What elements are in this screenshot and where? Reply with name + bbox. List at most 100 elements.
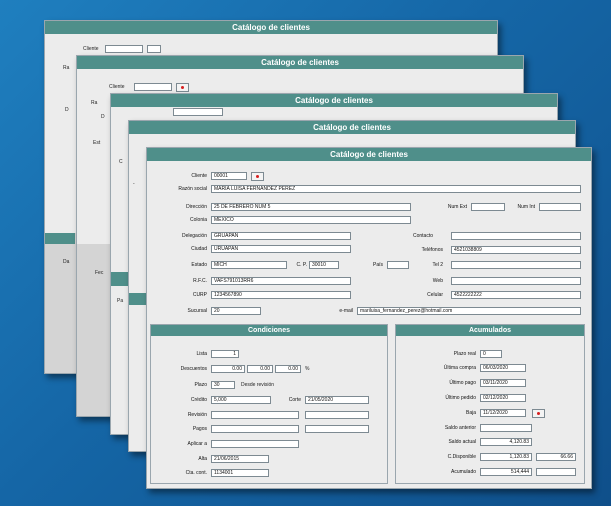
cta-cont-field[interactable]: 1134001 — [211, 469, 269, 477]
window-title: Catálogo de clientes — [147, 148, 591, 161]
credito-label: Crédito — [190, 397, 207, 403]
p-label: Pa — [117, 298, 124, 304]
plazo-real-label: Plazo real — [453, 351, 476, 357]
cliente-field[interactable] — [105, 45, 143, 53]
plazo-real-field[interactable]: 0 — [480, 350, 502, 358]
window-title: Catálogo de clientes — [111, 94, 557, 107]
ultima-compra-label: Última compra — [443, 365, 476, 371]
descuento-3-field[interactable]: 0.00 — [275, 365, 301, 373]
baja-calendar-button[interactable] — [532, 409, 545, 418]
credito-field[interactable]: 5,000 — [211, 396, 271, 404]
corte-label: Corte — [288, 397, 301, 403]
delegacion-label: Delegación — [181, 233, 207, 239]
rfc-label: R.F.C. — [193, 278, 207, 284]
contacto-label: Contacto — [412, 233, 433, 239]
num-ext-label: Num Ext — [447, 204, 467, 210]
curp-field[interactable]: 1234567890 — [211, 291, 351, 299]
revision-field-2[interactable] — [305, 411, 369, 419]
acumulados-panel: Acumulados Plazo real 0 Última compra 06… — [395, 324, 585, 484]
colonia-field[interactable]: MEXICO — [211, 216, 411, 224]
plazo-field[interactable]: 30 — [211, 381, 235, 389]
cta-cont-label: Cta. cont. — [185, 470, 207, 476]
num-int-label: Num Int — [517, 204, 535, 210]
web-field[interactable] — [451, 277, 581, 285]
sucursal-label: Sucursal — [187, 308, 207, 314]
razon-social-field[interactable]: MARIA LUISA FERNANDEZ PEREZ — [211, 185, 581, 193]
ultimo-pedido-label: Último pedido — [445, 395, 476, 401]
telefonos-label: Teléfonos — [421, 247, 443, 253]
cliente-field-2[interactable] — [147, 45, 161, 53]
celular-field[interactable]: 4522222222 — [451, 291, 581, 299]
acumulado-field[interactable]: 514,444 — [480, 468, 532, 476]
cliente-search-button[interactable] — [176, 83, 189, 92]
tel2-label: Tel 2 — [432, 262, 443, 268]
cliente-label: Cliente — [83, 46, 99, 52]
sucursal-field[interactable]: 20 — [211, 307, 261, 315]
email-field[interactable]: mariluisa_fernandez_perez@hotmail.com — [357, 307, 581, 315]
plazo-suffix: Desde revisión — [241, 382, 275, 388]
corte-field[interactable]: 21/05/2020 — [305, 396, 369, 404]
acumulado-extra-field[interactable] — [536, 468, 576, 476]
plazo-label: Plazo — [194, 382, 207, 388]
cp-field[interactable]: 30010 — [309, 261, 339, 269]
pagos-label: Pagos — [192, 426, 207, 432]
razon-social-label: Razón social — [178, 186, 207, 192]
dir-label: D — [65, 107, 69, 113]
pagos-field-2[interactable] — [305, 425, 369, 433]
acumulado-label: Acumulado — [450, 469, 476, 475]
lista-label: Lista — [196, 351, 207, 357]
condiciones-panel: Condiciones Lista 1 Descuentos 0.00 0.00… — [150, 324, 388, 484]
ultima-compra-field[interactable]: 06/03/2020 — [480, 364, 526, 372]
celular-label: Celular — [427, 292, 443, 298]
window-catalog-clientes[interactable]: Catálogo de clientes Cliente 00001 Razón… — [146, 147, 592, 489]
lower-panel-header — [45, 233, 75, 244]
acumulados-title: Acumulados — [396, 325, 584, 336]
c-disponible-field[interactable]: 1,120.83 — [480, 453, 532, 461]
pais-label: País — [372, 262, 383, 268]
num-ext-field[interactable] — [471, 203, 505, 211]
ciudad-field[interactable]: URUAPAN — [211, 245, 351, 253]
rfc-field[interactable]: VAFS791013RR6 — [211, 277, 351, 285]
telefonos-field[interactable]: 4521038809 — [451, 246, 581, 254]
email-label: e-mail — [339, 308, 353, 314]
ultimo-pedido-field[interactable]: 02/12/2020 — [480, 394, 526, 402]
descuentos-label: Descuentos — [180, 366, 207, 372]
saldo-anterior-field[interactable] — [480, 424, 532, 432]
desktop-background: Catálogo de clientes Cliente Ra D Da Cat… — [0, 0, 611, 506]
window-title: Catálogo de clientes — [129, 121, 575, 134]
cliente-search-button[interactable] — [251, 172, 264, 181]
condiciones-title: Condiciones — [151, 325, 387, 336]
lower-panel-header — [129, 293, 147, 305]
num-int-field[interactable] — [539, 203, 581, 211]
cliente-label: Cliente — [109, 84, 125, 90]
alta-field[interactable]: 21/06/2015 — [211, 455, 269, 463]
aplicar-field[interactable] — [211, 440, 299, 448]
c-disponible-percent-field[interactable]: 66.66 — [536, 453, 576, 461]
descuento-1-field[interactable]: 0.00 — [211, 365, 245, 373]
contacto-field[interactable] — [451, 232, 581, 240]
ultimo-pago-field[interactable]: 03/11/2020 — [480, 379, 526, 387]
delegacion-field[interactable]: GRUAPAN — [211, 232, 351, 240]
lista-field[interactable]: 1 — [211, 350, 239, 358]
pais-field[interactable] — [387, 261, 409, 269]
razon-label: Ra — [91, 100, 98, 106]
saldo-actual-field[interactable]: 4,120.83 — [480, 438, 532, 446]
revision-field[interactable] — [211, 411, 299, 419]
estado-field[interactable]: MICH — [211, 261, 287, 269]
direccion-label: Dirección — [186, 204, 207, 210]
direccion-field[interactable]: 25 DE FEBRERO NUM 5 — [211, 203, 411, 211]
descuento-2-field[interactable]: 0.00 — [247, 365, 273, 373]
percent-sign: % — [305, 366, 310, 372]
cliente-field[interactable]: 00001 — [211, 172, 247, 180]
cli-label: C — [119, 159, 123, 165]
web-label: Web — [432, 278, 443, 284]
revision-label: Revisión — [187, 412, 207, 418]
saldo-actual-label: Saldo actual — [448, 439, 476, 445]
cliente-field[interactable] — [134, 83, 172, 91]
colonia-label: Colonia — [190, 217, 207, 223]
tel2-field[interactable] — [451, 261, 581, 269]
baja-field[interactable]: 11/12/2020 — [480, 409, 526, 417]
fecha-label: Fec — [95, 270, 104, 276]
pagos-field[interactable] — [211, 425, 299, 433]
field-strip[interactable] — [173, 108, 223, 116]
